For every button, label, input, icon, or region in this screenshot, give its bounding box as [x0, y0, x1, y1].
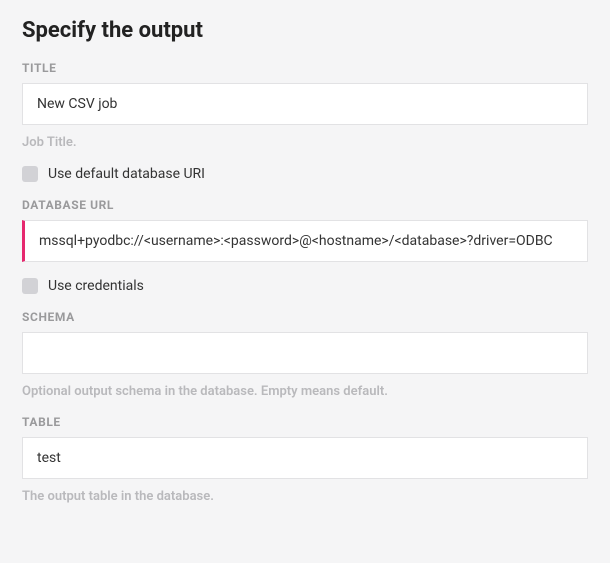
table-help: The output table in the database.: [22, 489, 588, 504]
schema-label: SCHEMA: [22, 310, 588, 324]
default-uri-checkbox[interactable]: [22, 166, 38, 182]
output-form: Specify the output TITLE Job Title. Use …: [0, 0, 610, 522]
table-input[interactable]: [22, 437, 588, 479]
default-uri-label: Use default database URI: [48, 166, 205, 182]
credentials-row: Use credentials: [22, 278, 588, 294]
page-title: Specify the output: [22, 18, 588, 43]
schema-help: Optional output schema in the database. …: [22, 384, 588, 399]
schema-input[interactable]: [22, 332, 588, 374]
default-uri-row: Use default database URI: [22, 166, 588, 182]
title-label: TITLE: [22, 61, 588, 75]
dburl-label: DATABASE URL: [22, 198, 588, 212]
title-input[interactable]: [22, 83, 588, 125]
title-help: Job Title.: [22, 135, 588, 150]
table-label: TABLE: [22, 415, 588, 429]
credentials-checkbox[interactable]: [22, 278, 38, 294]
dburl-input[interactable]: [22, 220, 588, 262]
credentials-label: Use credentials: [48, 278, 144, 294]
